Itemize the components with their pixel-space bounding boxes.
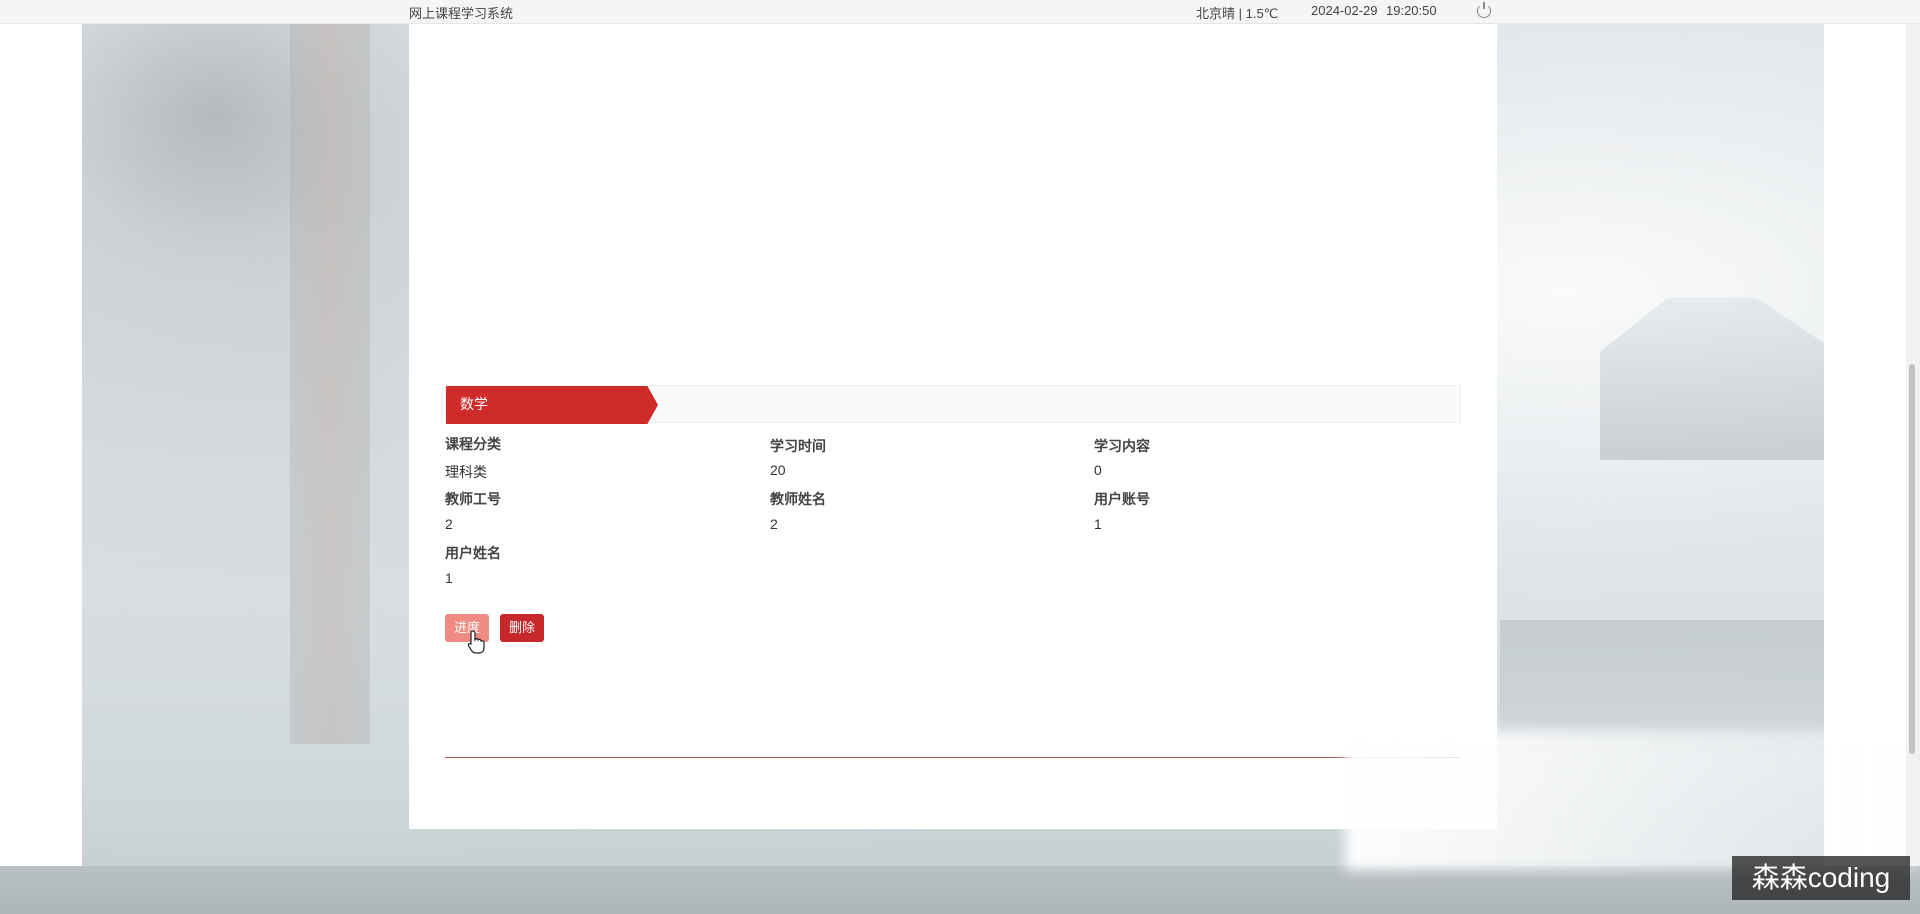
- field-label-teacher-name: 教师姓名: [770, 491, 826, 507]
- field-value-study-content: 0: [1094, 462, 1102, 478]
- field-value-teacher-name: 2: [770, 516, 778, 532]
- background-bottom-shade: [0, 866, 1920, 914]
- field-value-user-name: 1: [445, 570, 453, 586]
- app-title: 网上课程学习系统: [409, 6, 514, 21]
- current-time: 19:20:50: [1386, 3, 1437, 18]
- delete-button[interactable]: 删除: [500, 614, 544, 642]
- field-value-user-account: 1: [1094, 516, 1102, 532]
- course-header: 数学: [445, 385, 1461, 424]
- field-label-category: 课程分类: [445, 436, 501, 452]
- top-bar: 网上课程学习系统 北京晴 | 1.5℃ 2024-02-29 19:20:50: [0, 0, 1920, 24]
- field-label-teacher-id: 教师工号: [445, 491, 501, 507]
- scrollbar-thumb[interactable]: [1909, 364, 1915, 754]
- background-fog: [1345, 730, 1920, 870]
- field-label-user-name: 用户姓名: [445, 545, 501, 561]
- field-label-study-content: 学习内容: [1094, 438, 1150, 454]
- weather-info: 北京晴 | 1.5℃: [1196, 6, 1279, 21]
- field-value-teacher-id: 2: [445, 516, 453, 532]
- power-icon[interactable]: [1477, 2, 1491, 18]
- field-label-study-time: 学习时间: [770, 438, 826, 454]
- field-label-user-account: 用户账号: [1094, 491, 1150, 507]
- course-title: 数学: [446, 386, 658, 424]
- course-detail-panel: 数学 课程分类 学习时间 学习内容 理科类 20 0 教师工号 教师姓名 用户账…: [409, 24, 1497, 829]
- watermark: 森森coding: [1732, 856, 1910, 900]
- page-scrollbar[interactable]: [1906, 24, 1920, 866]
- hand-cursor-icon: [467, 630, 485, 654]
- divider: [445, 757, 1461, 758]
- field-value-study-time: 20: [770, 462, 786, 478]
- field-value-category: 理科类: [445, 464, 487, 480]
- current-date: 2024-02-29: [1311, 3, 1378, 18]
- background-pillar: [290, 24, 370, 744]
